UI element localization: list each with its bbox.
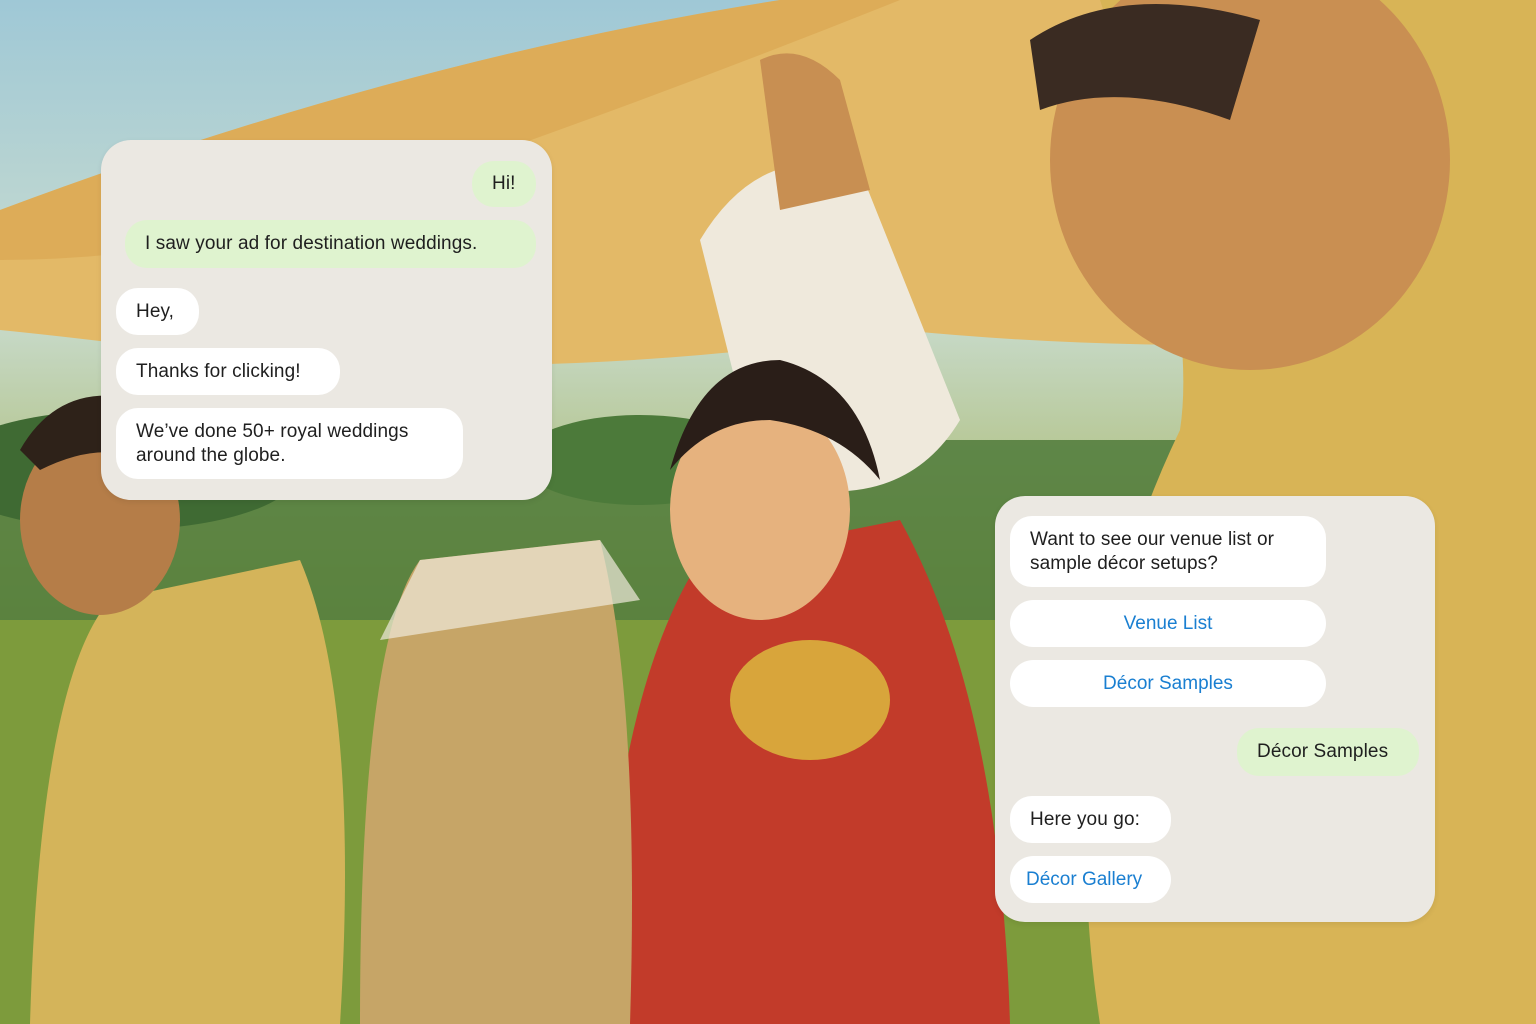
chat-panel-right: Want to see our venue list or sample déc…: [995, 496, 1435, 922]
bot-message-text: Hey,: [136, 300, 175, 322]
user-message-bubble: I saw your ad for destination weddings.: [125, 220, 536, 268]
user-message-text: Hi!: [492, 173, 516, 194]
bot-message-bubble: Thanks for clicking!: [116, 348, 340, 395]
chat-panel-left: Hi! I saw your ad for destination weddin…: [101, 140, 552, 500]
venue-list-button[interactable]: Venue List: [1010, 600, 1326, 647]
user-reply-text: Décor Samples: [1257, 741, 1389, 762]
bot-message-bubble: Hey,: [116, 288, 199, 335]
bot-message-text: Thanks for clicking!: [136, 360, 301, 382]
bot-message-bubble: We’ve done 50+ royal weddings around the…: [116, 408, 463, 479]
bot-message-text: We’ve done 50+ royal weddings around the…: [136, 420, 409, 466]
user-message-bubble: Hi!: [472, 161, 536, 207]
bot-message-text: Here you go:: [1030, 808, 1140, 830]
decor-samples-button[interactable]: Décor Samples: [1010, 660, 1326, 707]
user-message-text: I saw your ad for destination weddings.: [145, 233, 478, 254]
decor-gallery-link[interactable]: Décor Gallery: [1010, 856, 1171, 903]
bot-question-bubble: Want to see our venue list or sample déc…: [1010, 516, 1326, 587]
user-reply-bubble: Décor Samples: [1237, 728, 1419, 776]
bot-question-text: Want to see our venue list or sample déc…: [1030, 528, 1275, 574]
bot-message-bubble: Here you go:: [1010, 796, 1171, 843]
